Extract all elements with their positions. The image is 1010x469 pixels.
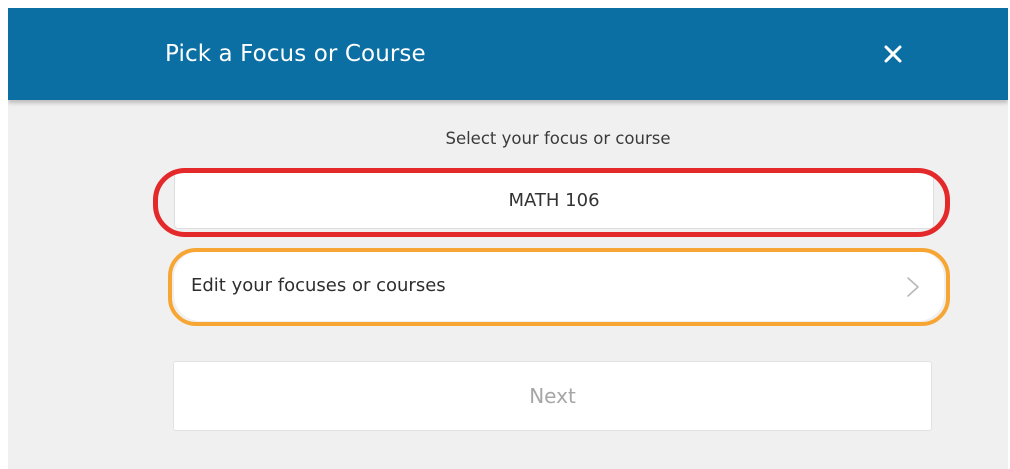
- pick-focus-dialog: Pick a Focus or Course Select your focus…: [8, 8, 1008, 469]
- next-button[interactable]: Next: [173, 361, 932, 431]
- edit-focuses-button[interactable]: Edit your focuses or courses: [174, 251, 944, 321]
- close-button[interactable]: [878, 39, 908, 69]
- chevron-right-icon: [907, 277, 919, 297]
- next-button-label: Next: [529, 384, 576, 408]
- edit-focuses-label: Edit your focuses or courses: [191, 275, 446, 296]
- dialog-header: Pick a Focus or Course: [8, 8, 1008, 100]
- selected-course-label: MATH 106: [508, 189, 600, 211]
- course-selector[interactable]: MATH 106: [174, 171, 934, 229]
- close-icon: [884, 45, 902, 63]
- select-prompt: Select your focus or course: [445, 129, 671, 148]
- dialog-title: Pick a Focus or Course: [165, 41, 426, 67]
